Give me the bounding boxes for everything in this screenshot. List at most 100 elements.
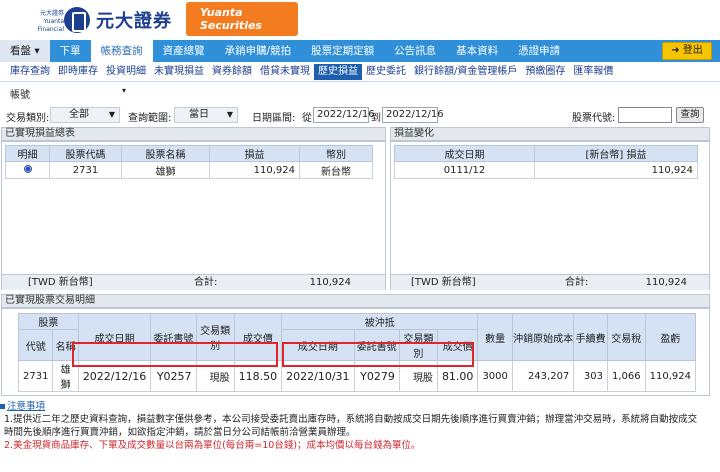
col-profit: 盈虧 bbox=[644, 313, 697, 361]
from-label: 從 bbox=[302, 113, 312, 124]
total-value: 110,924 bbox=[309, 277, 351, 288]
subnav-lending-unrealized[interactable]: 借貸未實現 bbox=[256, 62, 314, 82]
notes-title[interactable]: 注意事項 bbox=[7, 401, 45, 412]
date-to-input[interactable]: 2022/12/16 bbox=[382, 107, 444, 123]
trade-type-value: 全部 bbox=[69, 109, 89, 120]
query-range-select[interactable]: 當日 ▼ bbox=[174, 107, 238, 123]
total-value: 110,924 bbox=[645, 277, 687, 288]
yuanta-emblem-icon bbox=[64, 7, 90, 33]
fee: 303 bbox=[573, 360, 608, 392]
to-label: 到 bbox=[371, 113, 381, 124]
note-line-2: 2.美金現貨商品庫存、下單及成交數量以台兩為單位(每台兩=10台錢)；成本均價以… bbox=[4, 440, 421, 451]
header: 元大證券 Yuanta Financial 元大證券 Yuanta Securi… bbox=[0, 0, 720, 40]
date-from-input[interactable]: 2022/12/16 bbox=[313, 107, 375, 123]
total-currency: [TWD 新台幣] bbox=[28, 277, 93, 288]
highlight-trade-box bbox=[72, 342, 278, 367]
yuanta-securities-banner: Yuanta Securities bbox=[186, 2, 298, 36]
note-line-1: 1.提供近二年之歷史資料查詢，損益數字僅供參考，本公司接受委託賣出庫存時，系統將… bbox=[4, 414, 698, 425]
col-fee: 手續費 bbox=[573, 313, 608, 361]
col-tax: 交易稅 bbox=[606, 313, 646, 361]
pl-change-title: 損益變化 bbox=[390, 127, 710, 141]
note-line-1b: 時間先後順序進行買賣沖銷，如欲指定沖銷，請於當日分公司結帳前洽營業員辦理。 bbox=[4, 427, 356, 438]
col-pl: 損益 bbox=[209, 145, 300, 162]
total-currency: [TWD 新台幣] bbox=[411, 277, 476, 288]
filter-bar: 交易類別: 全部 ▼ 查詢範圍: 當日 ▼ 日期區間: 從 2022/12/16 到… bbox=[0, 106, 720, 126]
subnav-investment-detail[interactable]: 投資明細 bbox=[102, 62, 150, 82]
col-trade-date: 成交日期 bbox=[394, 145, 535, 162]
realized-summary-panel: 明細 股票代碼 股票名稱 損益 幣別 2731 雄獅 110,924 新台幣 [… bbox=[1, 141, 386, 290]
date-range-label: 日期區間: bbox=[252, 113, 296, 124]
realized-summary-title: 已實現損益總表 bbox=[1, 127, 386, 141]
detail-title: 已實現股票交易明細 bbox=[1, 294, 710, 308]
trade-type-select[interactable]: 全部 ▼ bbox=[50, 107, 120, 123]
pl-change-total-row: [TWD 新台幣] 合計: 110,924 bbox=[391, 274, 709, 290]
col-code: 代號 bbox=[17, 329, 54, 361]
pl-value: 110,924 bbox=[209, 161, 300, 179]
group-offset: 被沖抵 bbox=[281, 313, 479, 330]
subnav-prepaid-deposit[interactable]: 預繳圈存 bbox=[521, 62, 569, 82]
pl-value: 110,924 bbox=[534, 161, 698, 179]
subnav-realtime-inventory[interactable]: 即時庫存 bbox=[54, 62, 102, 82]
total-label: 合計: bbox=[194, 277, 218, 288]
stock-code: 2731 bbox=[49, 161, 122, 179]
subnav-margin-balance[interactable]: 資券餘額 bbox=[208, 62, 256, 82]
col-orig-cost: 沖銷原始成本 bbox=[511, 313, 575, 361]
logo-chinese-text: 元大證券 bbox=[96, 11, 172, 32]
nav-place-order[interactable]: 下單 bbox=[50, 40, 91, 62]
nav-certificate[interactable]: 憑證申請 bbox=[508, 40, 570, 62]
subnav-exchange-rate[interactable]: 匯率報價 bbox=[569, 62, 617, 82]
chevron-down-icon: ▾ bbox=[122, 86, 127, 95]
stock-name: 雄獅 bbox=[121, 161, 210, 179]
bullet-icon bbox=[0, 404, 5, 409]
chevron-down-icon: ▼ bbox=[108, 110, 115, 119]
chevron-down-icon: ▼ bbox=[226, 110, 233, 119]
query-range-label: 查詢範圍: bbox=[128, 113, 172, 124]
total-label: 合計: bbox=[565, 277, 589, 288]
subnav-bank-balance[interactable]: 銀行餘額/資金管理帳戶 bbox=[410, 62, 521, 82]
yuanta-logo[interactable]: 元大證券 Yuanta Financial 元大證券 bbox=[30, 6, 172, 34]
nav-ipo-subscription[interactable]: 承銷申購/競拍 bbox=[215, 40, 302, 62]
table-row: 0111/12 110,924 bbox=[394, 161, 698, 179]
subnav-unrealized-pl[interactable]: 未實現損益 bbox=[150, 62, 208, 82]
trade-type-label: 交易類別: bbox=[6, 113, 50, 124]
table-row[interactable]: 2731 雄獅 110,924 新台幣 bbox=[5, 161, 373, 179]
col-currency: 幣別 bbox=[299, 145, 373, 162]
nav-account-query[interactable]: 帳務查詢 bbox=[90, 40, 153, 62]
notes-section: 注意事項 1.提供近二年之歷史資料查詢，損益數字僅供參考，本公司接受委託賣出庫存… bbox=[0, 400, 720, 452]
account-selector[interactable]: 帳號 ▾ bbox=[10, 86, 126, 101]
nav-asset-overview[interactable]: 資產總覽 bbox=[153, 40, 215, 62]
code: 2731 bbox=[17, 360, 54, 392]
query-button[interactable]: 查詢 bbox=[676, 107, 704, 123]
nav-basic-info[interactable]: 基本資料 bbox=[446, 40, 508, 62]
logo-small-text: 元大證券 Yuanta Financial bbox=[37, 10, 64, 33]
orig-cost: 243,207 bbox=[511, 360, 575, 392]
col-stock-name: 股票名稱 bbox=[121, 145, 210, 162]
qty: 3000 bbox=[477, 360, 513, 392]
pl-change-panel: 成交日期 [新台幣] 損益 0111/12 110,924 [TWD 新台幣] … bbox=[390, 141, 710, 290]
summary-total-row: [TWD 新台幣] 合計: 110,924 bbox=[2, 274, 385, 290]
currency: 新台幣 bbox=[299, 161, 373, 179]
nav-regular-investment[interactable]: 股票定期定額 bbox=[301, 40, 384, 62]
row-radio-button[interactable] bbox=[23, 164, 32, 173]
profit: 110,924 bbox=[644, 360, 697, 392]
logout-icon: ➜ bbox=[671, 45, 680, 56]
tax: 1,066 bbox=[606, 360, 646, 392]
logout-button[interactable]: ➜ 登出 bbox=[662, 42, 712, 60]
account-label: 帳號 bbox=[10, 90, 30, 101]
col-pl-twd: [新台幣] 損益 bbox=[534, 145, 698, 162]
query-range-value: 當日 bbox=[189, 109, 209, 120]
col-stock-code: 股票代碼 bbox=[49, 145, 122, 162]
primary-nav: 看盤 ▾ 下單 帳務查詢 資產總覽 承銷申購/競拍 股票定期定額 公告訊息 基本… bbox=[0, 40, 720, 62]
subnav-historical-pl[interactable]: 歷史損益 bbox=[314, 64, 362, 80]
highlight-offset-box bbox=[282, 342, 474, 367]
group-stock: 股票 bbox=[18, 313, 79, 330]
pl-change-table: 成交日期 [新台幣] 損益 0111/12 110,924 bbox=[394, 145, 698, 179]
col-detail: 明細 bbox=[5, 145, 50, 162]
subnav-inventory[interactable]: 庫存查詢 bbox=[6, 62, 54, 82]
realized-summary-table: 明細 股票代碼 股票名稱 損益 幣別 2731 雄獅 110,924 新台幣 bbox=[5, 145, 373, 179]
col-qty: 數量 bbox=[477, 313, 513, 361]
subnav-historical-orders[interactable]: 歷史委託 bbox=[362, 62, 410, 82]
stock-code-input[interactable] bbox=[618, 107, 672, 123]
nav-announcements[interactable]: 公告訊息 bbox=[384, 40, 446, 62]
nav-watch-market[interactable]: 看盤 ▾ bbox=[0, 40, 50, 62]
